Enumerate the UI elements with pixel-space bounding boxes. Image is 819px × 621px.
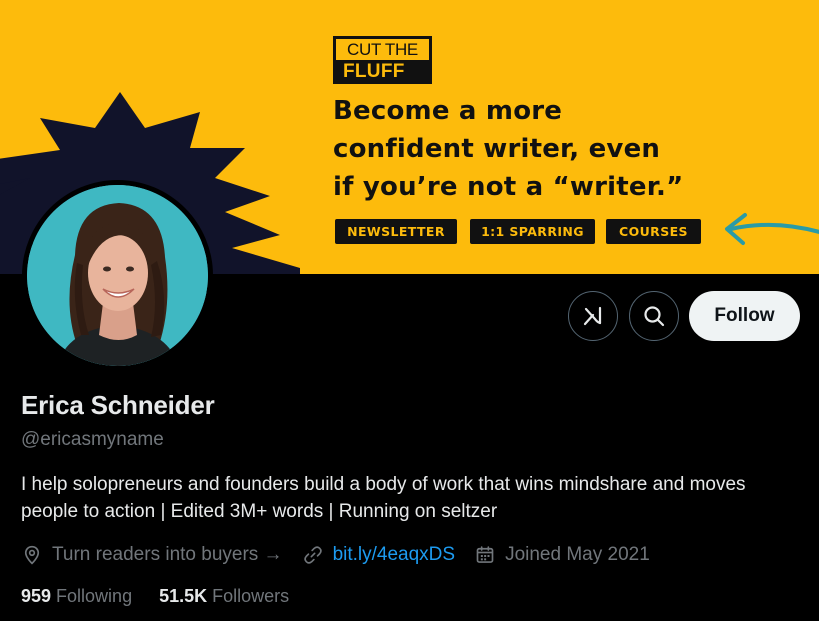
grok-button[interactable]: [568, 291, 618, 341]
following-label: Following: [56, 586, 133, 606]
website-link[interactable]: bit.ly/4eaqxDS: [333, 544, 456, 566]
location-pin-icon: [24, 545, 40, 565]
following-link[interactable]: 959 Following: [21, 586, 132, 607]
avatar[interactable]: [22, 180, 213, 371]
logo-line-2: FLUFF: [336, 60, 429, 84]
link-icon: [303, 546, 322, 564]
profile-page: CUT THE FLUFF Become a more confident wr…: [0, 0, 819, 621]
profile-handle: @ericasmyname: [21, 429, 164, 450]
follow-button[interactable]: Follow: [689, 291, 800, 341]
joined-item: Joined May 2021: [475, 544, 650, 566]
website-item[interactable]: bit.ly/4eaqxDS: [303, 544, 456, 566]
avatar-photo: [27, 185, 208, 366]
calendar-icon: [476, 546, 494, 563]
search-button[interactable]: [629, 291, 679, 341]
search-icon: [644, 306, 665, 327]
logo-line-1: CUT THE: [347, 40, 418, 59]
profile-meta: Turn readers into buyers → bit.ly/4eaqxD…: [22, 541, 670, 569]
location-item: Turn readers into buyers →: [22, 544, 283, 566]
followers-link[interactable]: 51.5K Followers: [159, 586, 289, 607]
arrow-left-icon: [725, 213, 819, 245]
tag-newsletter: NEWSLETTER: [335, 219, 457, 244]
tag-courses: COURSES: [606, 219, 701, 244]
following-count: 959: [21, 586, 52, 606]
profile-name: Erica Schneider: [21, 390, 215, 420]
banner-headline: Become a more confident writer, even if …: [333, 92, 793, 206]
joined-text: Joined May 2021: [505, 544, 650, 565]
grok-icon: [583, 306, 602, 326]
profile-bio: I help solopreneurs and founders build a…: [21, 474, 746, 522]
headline-line-2: confident writer, even: [333, 134, 661, 164]
headline-line-1: Become a more: [333, 96, 563, 126]
location-text: Turn readers into buyers →: [52, 544, 283, 565]
follow-counts: 959 Following 51.5K Followers: [21, 586, 316, 607]
headline-line-3: if you’re not a “writer.”: [333, 172, 684, 202]
followers-label: Followers: [212, 586, 290, 606]
followers-count: 51.5K: [159, 586, 208, 606]
tag-sparring: 1:1 SPARRING: [470, 219, 595, 244]
cut-the-fluff-logo: CUT THE FLUFF: [333, 36, 432, 84]
portrait-image: [27, 185, 208, 366]
